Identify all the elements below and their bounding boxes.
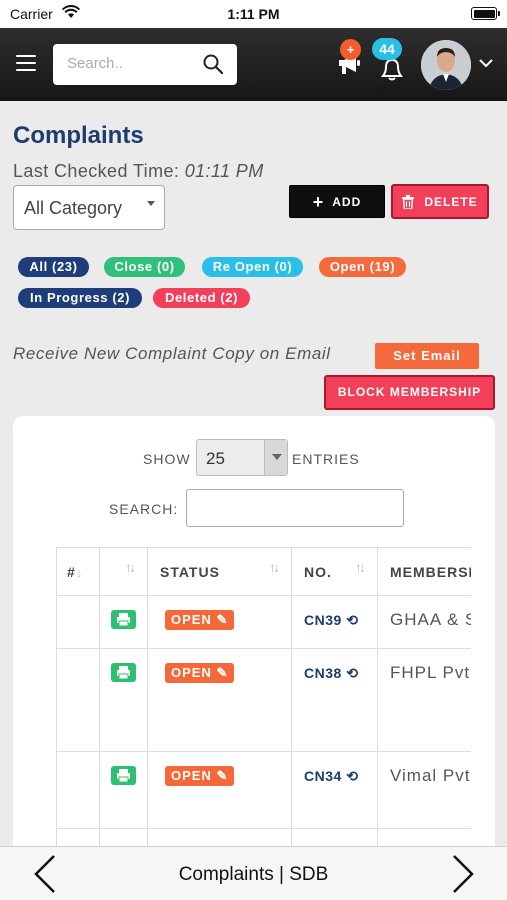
print-cell — [99, 648, 148, 752]
status-cell: OPEN ✎ — [147, 595, 292, 649]
battery-icon — [471, 7, 500, 20]
notification-count-badge[interactable]: 44 — [372, 38, 402, 60]
edit-icon: ✎ — [216, 768, 229, 783]
sort-icon: ↑↓ — [269, 559, 280, 575]
trash-icon — [402, 194, 415, 209]
page-title: Complaints — [13, 122, 144, 149]
membership-cell: Vimal Pvt — [377, 751, 471, 829]
dropdown-arrow-icon — [264, 440, 287, 475]
email-copy-text: Receive New Complaint Copy on Email — [13, 344, 331, 363]
category-value: All Category — [24, 198, 123, 218]
search-input[interactable] — [67, 55, 197, 72]
block-membership-button[interactable]: BLOCK MEMBERSHIP — [324, 375, 495, 410]
status-badge[interactable]: OPEN ✎ — [165, 663, 235, 683]
last-checked-label: Last Checked Time: — [13, 161, 180, 181]
column-header-actions[interactable]: ↑↓ — [99, 547, 148, 596]
add-label: ADD — [332, 194, 362, 209]
history-icon: ⟲ — [346, 768, 359, 784]
top-navigation-bar: + 44 — [0, 28, 507, 101]
history-icon: ⟲ — [346, 665, 359, 681]
table-row: OPEN ✎ CN38 ⟲ FHPL Pvt — [56, 648, 471, 752]
index-cell — [56, 595, 100, 649]
complaints-table: #↓ ↑↓ STATUS↑↓ NO.↑↓ MEMBERSHIP OPEN ✎ C… — [56, 547, 471, 856]
avatar[interactable] — [421, 40, 471, 90]
column-header-membership[interactable]: MEMBERSHIP — [377, 547, 471, 596]
delete-button[interactable]: DELETE — [391, 184, 489, 219]
sort-icon: ↑↓ — [125, 559, 136, 575]
filter-all[interactable]: All (23) — [18, 257, 89, 277]
status-badge[interactable]: OPEN ✎ — [165, 766, 235, 786]
entries-label: ENTRIES — [292, 451, 360, 467]
clock: 1:11 PM — [227, 6, 280, 22]
membership-cell: GHAA & S — [377, 595, 471, 649]
table-row: OPEN ✎ CN39 ⟲ GHAA & S — [56, 595, 471, 649]
status-badge[interactable]: OPEN ✎ — [165, 610, 235, 630]
announcement-badge[interactable]: + — [340, 39, 361, 60]
print-cell — [99, 595, 148, 649]
forward-arrow-icon[interactable] — [450, 854, 476, 894]
chevron-down-icon[interactable] — [478, 58, 494, 68]
set-email-button[interactable]: Set Email — [375, 343, 479, 369]
entries-per-page-select[interactable]: 25 — [196, 439, 288, 476]
caret-down-icon — [147, 201, 155, 206]
complaint-number-link[interactable]: CN38 ⟲ — [304, 665, 358, 681]
table-search-input[interactable] — [186, 489, 404, 527]
print-cell — [99, 751, 148, 829]
plus-icon: + — [312, 191, 325, 212]
number-cell: CN34 ⟲ — [291, 751, 378, 829]
show-label: SHOW — [143, 451, 191, 467]
edit-icon: ✎ — [216, 665, 229, 680]
bottom-bar-title: Complaints | SDB — [178, 864, 329, 885]
edit-icon: ✎ — [216, 612, 229, 627]
number-cell: CN39 ⟲ — [291, 595, 378, 649]
sort-icon: ↑↓ — [355, 559, 366, 575]
filter-in-progress[interactable]: In Progress (2) — [18, 288, 142, 308]
filter-deleted[interactable]: Deleted (2) — [153, 288, 250, 308]
number-cell: CN38 ⟲ — [291, 648, 378, 752]
status-bar: Carrier 1:11 PM — [0, 0, 507, 28]
table-row: OPEN ✎ CN34 ⟲ Vimal Pvt — [56, 751, 471, 829]
entries-value: 25 — [206, 449, 225, 468]
last-checked-time: Last Checked Time: 01:11 PM — [13, 161, 264, 182]
column-header-no[interactable]: NO. ↑↓ — [291, 547, 378, 596]
table-header-row: #↓ ↑↓ STATUS↑↓ NO.↑↓ MEMBERSHIP — [56, 547, 471, 596]
filter-reopen[interactable]: Re Open (0) — [202, 257, 303, 277]
index-cell — [56, 648, 100, 752]
index-cell — [56, 751, 100, 829]
status-cell: OPEN ✎ — [147, 751, 292, 829]
print-icon[interactable] — [111, 766, 136, 785]
bottom-navigation-bar: Complaints | SDB — [0, 846, 507, 900]
filter-open[interactable]: Open (19) — [319, 257, 406, 277]
last-checked-value: 01:11 PM — [184, 161, 264, 181]
user-photo — [421, 40, 471, 90]
print-icon[interactable] — [111, 610, 136, 629]
global-search[interactable] — [53, 44, 237, 85]
history-icon: ⟲ — [346, 612, 359, 628]
menu-icon[interactable] — [16, 55, 36, 71]
membership-cell: FHPL Pvt — [377, 648, 471, 752]
category-select[interactable]: All Category — [13, 185, 165, 230]
table-search-label: SEARCH: — [109, 501, 179, 517]
search-icon[interactable] — [203, 54, 223, 74]
print-icon[interactable] — [111, 663, 136, 682]
sort-icon: ↓ — [75, 565, 84, 580]
column-header-status[interactable]: STATUS ↑↓ — [147, 547, 292, 596]
status-cell: OPEN ✎ — [147, 648, 292, 752]
complaint-number-link[interactable]: CN39 ⟲ — [304, 612, 358, 628]
filter-close[interactable]: Close (0) — [104, 257, 185, 277]
complaints-table-card: SHOW 25 ENTRIES SEARCH: #↓ ↑↓ STATUS ↑↓ N… — [13, 416, 495, 856]
delete-label: DELETE — [424, 194, 478, 209]
complaint-number-link[interactable]: CN34 ⟲ — [304, 768, 358, 784]
add-button[interactable]: + ADD — [289, 185, 385, 218]
column-header-index[interactable]: #↓ — [56, 547, 100, 596]
